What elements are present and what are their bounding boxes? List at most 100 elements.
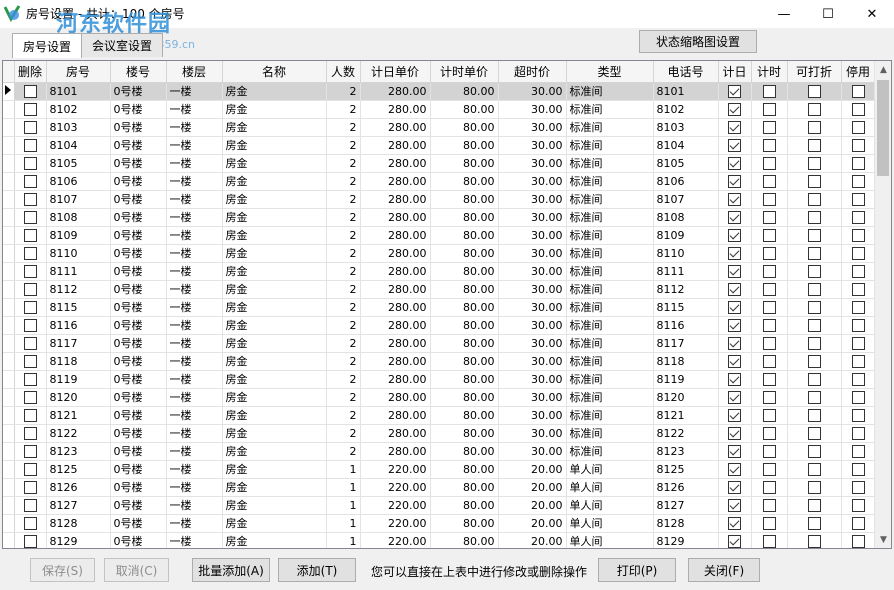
people-count-cell[interactable]: 2 [326,316,361,335]
discountable-checkbox[interactable] [807,210,821,224]
room-type-cell[interactable]: 标准间 [566,442,654,461]
people-count-cell[interactable]: 2 [326,424,361,443]
people-count-cell[interactable]: 2 [326,172,361,191]
people-count-cell[interactable]: 1 [326,496,361,515]
people-count-cell[interactable]: 2 [326,118,361,137]
by-hour-checkbox[interactable] [762,390,776,404]
day-price-cell[interactable]: 220.00 [360,532,431,548]
add-button[interactable]: 添加(T) [278,558,356,582]
overtime-price-cell[interactable]: 30.00 [498,172,567,191]
table-row[interactable]: 8128 0号楼 一楼 房金 1 220.00 80.00 20.00 单人间 8128 [3,514,876,533]
table-row[interactable]: 8107 0号楼 一楼 房金 2 280.00 80.00 30.00 标准间 8107 [3,190,876,209]
room-number-cell[interactable]: 8107 [46,190,111,209]
column-header-room[interactable]: 房号 [46,61,111,83]
room-type-cell[interactable]: 标准间 [566,352,654,371]
room-number-cell[interactable]: 8122 [46,424,111,443]
overtime-price-cell[interactable]: 30.00 [498,226,567,245]
phone-cell[interactable]: 8118 [653,352,719,371]
column-header-people[interactable]: 人数 [326,61,361,83]
overtime-price-cell[interactable]: 30.00 [498,280,567,299]
people-count-cell[interactable]: 2 [326,298,361,317]
day-price-cell[interactable]: 280.00 [360,100,431,119]
discountable-checkbox[interactable] [807,462,821,476]
hour-price-cell[interactable]: 80.00 [430,514,499,533]
delete-checkbox[interactable] [23,228,37,242]
table-row[interactable]: 8105 0号楼 一楼 房金 2 280.00 80.00 30.00 标准间 8105 [3,154,876,173]
room-number-cell[interactable]: 8125 [46,460,111,479]
delete-checkbox[interactable] [23,516,37,530]
hour-price-cell[interactable]: 80.00 [430,406,499,425]
hour-price-cell[interactable]: 80.00 [430,172,499,191]
floor-cell[interactable]: 一楼 [166,208,223,227]
row-indicator[interactable] [3,244,15,263]
row-indicator[interactable] [3,460,15,479]
save-button[interactable]: 保存(S) [30,558,95,582]
delete-checkbox[interactable] [23,156,37,170]
hour-price-cell[interactable]: 80.00 [430,334,499,353]
discountable-checkbox[interactable] [807,516,821,530]
delete-checkbox[interactable] [23,174,37,188]
floor-cell[interactable]: 一楼 [166,118,223,137]
discountable-checkbox[interactable] [807,498,821,512]
row-indicator[interactable] [3,334,15,353]
row-indicator[interactable] [3,442,15,461]
discountable-checkbox[interactable] [807,192,821,206]
disabled-checkbox[interactable] [851,390,865,404]
discountable-checkbox[interactable] [807,354,821,368]
by-day-checkbox[interactable] [728,264,741,278]
disabled-checkbox[interactable] [851,498,865,512]
by-day-checkbox[interactable] [728,390,741,404]
delete-checkbox[interactable] [23,498,37,512]
row-indicator[interactable] [3,532,15,548]
delete-checkbox[interactable] [23,300,37,314]
phone-cell[interactable]: 8110 [653,244,719,263]
disabled-checkbox[interactable] [851,102,865,116]
building-cell[interactable]: 0号楼 [110,370,167,389]
building-cell[interactable]: 0号楼 [110,478,167,497]
day-price-cell[interactable]: 280.00 [360,316,431,335]
floor-cell[interactable]: 一楼 [166,280,223,299]
by-day-checkbox[interactable] [728,444,741,458]
room-number-cell[interactable]: 8123 [46,442,111,461]
floor-cell[interactable]: 一楼 [166,298,223,317]
room-number-cell[interactable]: 8104 [46,136,111,155]
table-row[interactable]: 8112 0号楼 一楼 房金 2 280.00 80.00 30.00 标准间 8112 [3,280,876,299]
discountable-checkbox[interactable] [807,156,821,170]
discountable-checkbox[interactable] [807,426,821,440]
room-type-cell[interactable]: 标准间 [566,82,654,101]
by-hour-checkbox[interactable] [762,480,776,494]
building-cell[interactable]: 0号楼 [110,316,167,335]
discountable-checkbox[interactable] [807,318,821,332]
people-count-cell[interactable]: 2 [326,334,361,353]
delete-checkbox[interactable] [23,462,37,476]
room-number-cell[interactable]: 8119 [46,370,111,389]
floor-cell[interactable]: 一楼 [166,100,223,119]
room-type-cell[interactable]: 标准间 [566,280,654,299]
disabled-checkbox[interactable] [851,336,865,350]
phone-cell[interactable]: 8107 [653,190,719,209]
row-indicator[interactable] [3,136,15,155]
room-type-cell[interactable]: 标准间 [566,244,654,263]
name-cell[interactable]: 房金 [222,478,327,497]
delete-checkbox[interactable] [23,264,37,278]
scroll-up-arrow-icon[interactable]: ▲ [875,61,891,78]
by-day-checkbox[interactable] [728,408,741,422]
scroll-down-arrow-icon[interactable]: ▼ [875,531,891,548]
floor-cell[interactable]: 一楼 [166,82,223,101]
by-day-checkbox[interactable] [728,426,741,440]
hour-price-cell[interactable]: 80.00 [430,532,499,548]
floor-cell[interactable]: 一楼 [166,262,223,281]
discountable-checkbox[interactable] [807,228,821,242]
hour-price-cell[interactable]: 80.00 [430,298,499,317]
delete-checkbox[interactable] [23,444,37,458]
phone-cell[interactable]: 8103 [653,118,719,137]
building-cell[interactable]: 0号楼 [110,496,167,515]
column-header-type[interactable]: 类型 [566,61,654,83]
room-number-cell[interactable]: 8105 [46,154,111,173]
hour-price-cell[interactable]: 80.00 [430,262,499,281]
phone-cell[interactable]: 8120 [653,388,719,407]
discountable-checkbox[interactable] [807,120,821,134]
phone-cell[interactable]: 8121 [653,406,719,425]
building-cell[interactable]: 0号楼 [110,262,167,281]
by-day-checkbox[interactable] [728,282,741,296]
